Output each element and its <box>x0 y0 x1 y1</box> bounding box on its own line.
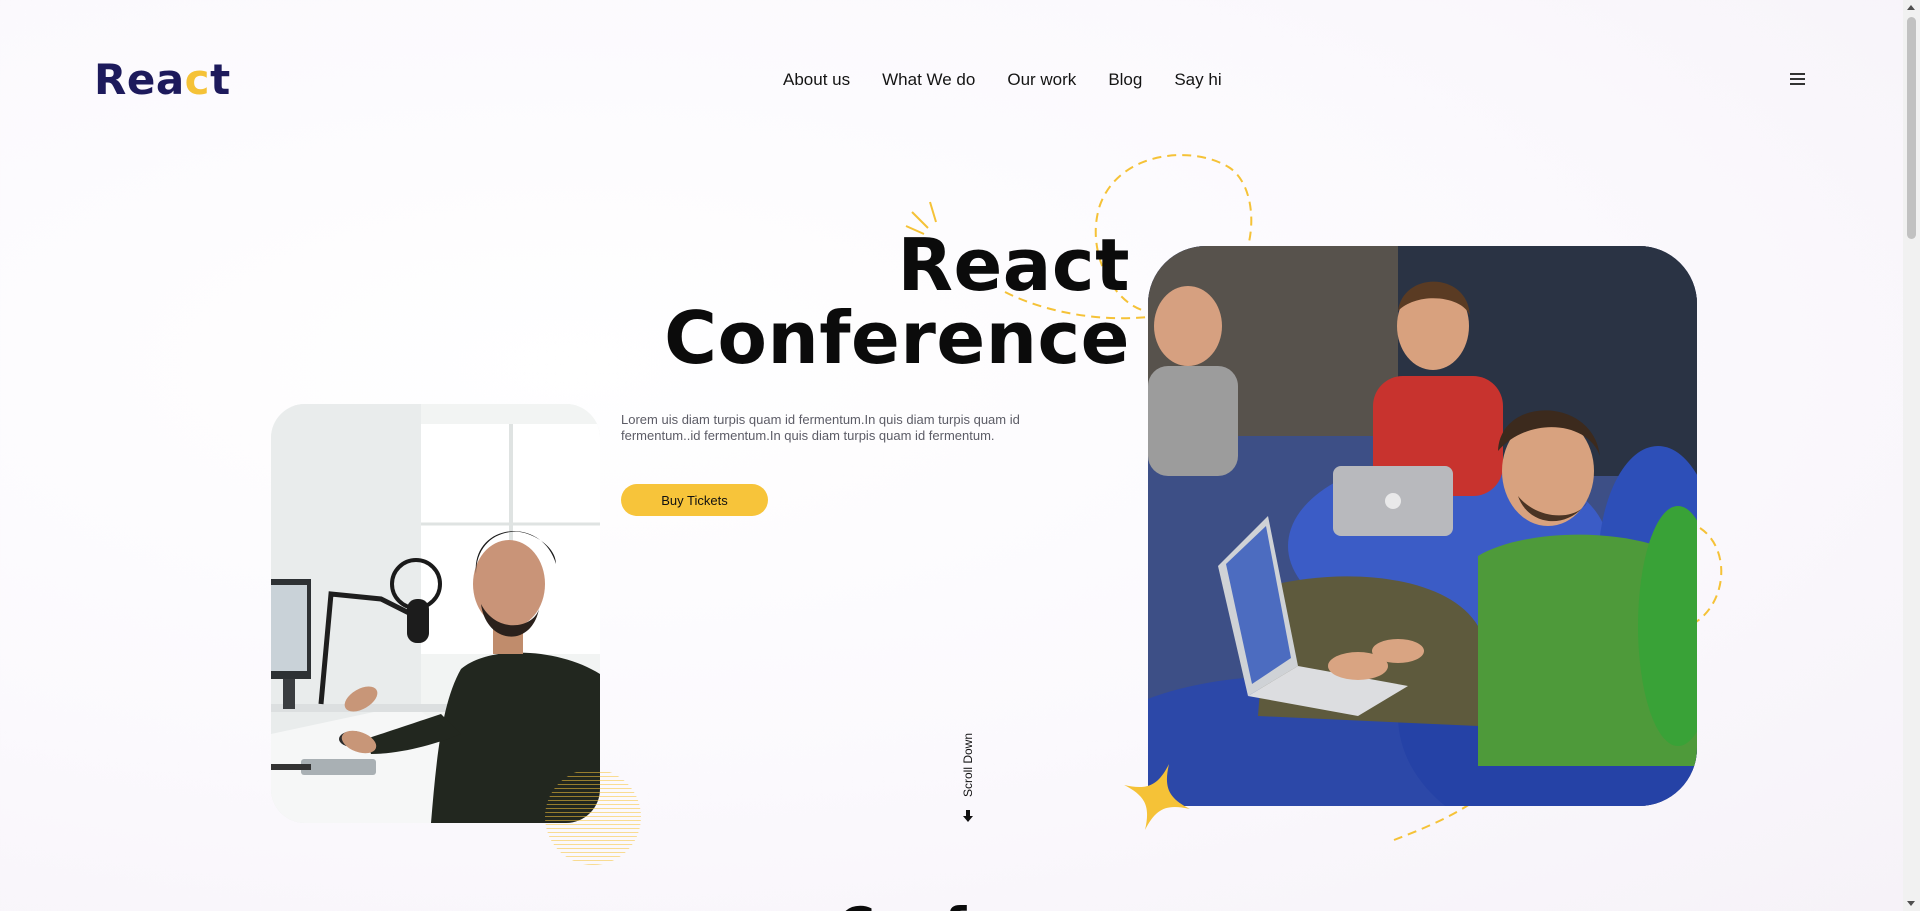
scroll-down-link[interactable]: Scroll Down <box>960 730 976 826</box>
nav-item-say-hi[interactable]: Say hi <box>1174 70 1221 90</box>
nav-item-our-work[interactable]: Our work <box>1007 70 1076 90</box>
sparkle-star-icon <box>1124 764 1190 830</box>
logo-text-start: Rea <box>94 55 185 104</box>
nav-item-about-us[interactable]: About us <box>783 70 850 90</box>
nav-item-blog[interactable]: Blog <box>1108 70 1142 90</box>
hero-title-line-2: Conference <box>664 296 1130 380</box>
page-scrollbar[interactable] <box>1903 0 1920 911</box>
logo-text-accent: c <box>184 55 211 104</box>
people-with-laptops-on-beanbags-photo <box>1148 246 1697 806</box>
buy-tickets-button[interactable]: Buy Tickets <box>621 484 768 516</box>
decorative-striped-circle <box>545 769 641 865</box>
hamburger-menu-icon[interactable] <box>1790 73 1805 86</box>
scrollbar-thumb[interactable] <box>1907 17 1916 239</box>
hero-title-line-1: React <box>897 223 1130 307</box>
man-with-microphone-photo <box>271 404 600 823</box>
scroll-down-icon[interactable] <box>1907 901 1915 906</box>
next-section-heading: Conf <box>838 896 966 911</box>
nav-item-what-we-do[interactable]: What We do <box>882 70 975 90</box>
scroll-up-icon[interactable] <box>1907 5 1915 10</box>
main-nav: About us What We do Our work Blog Say hi <box>783 70 1222 90</box>
hero-description: Lorem uis diam turpis quam id fermentum.… <box>621 412 1020 443</box>
scroll-down-label: Scroll Down <box>961 732 975 798</box>
logo[interactable]: React <box>94 56 231 104</box>
logo-text-end: t <box>210 55 231 104</box>
arrow-down-icon <box>963 810 973 822</box>
